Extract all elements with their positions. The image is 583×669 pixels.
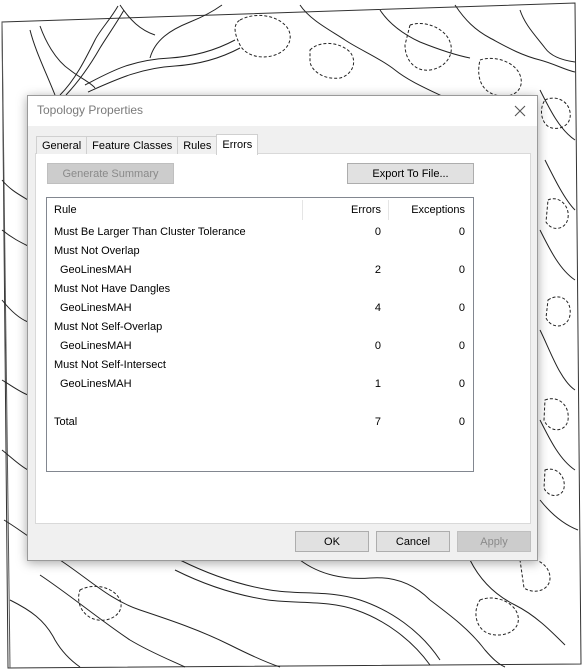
dialog-title: Topology Properties (37, 103, 144, 117)
exception-count: 0 (458, 264, 465, 276)
rule-name: Total (54, 416, 78, 428)
table-row[interactable]: Total 7 0 (47, 413, 473, 432)
rule-name: Must Not Self-Overlap (54, 321, 163, 333)
table-row[interactable]: Must Not Overlap (47, 242, 473, 261)
tab-feature-classes[interactable]: Feature Classes (86, 136, 178, 154)
exception-count: 0 (458, 378, 465, 390)
column-divider[interactable] (388, 200, 389, 220)
table-row[interactable]: GeoLinesMAH 0 0 (47, 337, 473, 356)
ok-button[interactable]: OK (295, 531, 369, 552)
rule-name: Must Be Larger Than Cluster Tolerance (54, 226, 246, 238)
tab-general[interactable]: General (36, 136, 87, 154)
table-row[interactable]: GeoLinesMAH 4 0 (47, 299, 473, 318)
feature-class-name: GeoLinesMAH (60, 340, 132, 352)
tab-strip: General Feature Classes Rules Errors (36, 133, 259, 155)
feature-class-name: GeoLinesMAH (60, 302, 132, 314)
error-count: 2 (374, 264, 381, 276)
tab-errors[interactable]: Errors (216, 134, 259, 155)
export-to-file-button[interactable]: Export To File... (347, 163, 474, 184)
table-row[interactable]: Must Not Self-Intersect (47, 356, 473, 375)
close-button[interactable] (509, 100, 531, 122)
column-header-exceptions[interactable]: Exceptions (411, 198, 465, 222)
cancel-button[interactable]: Cancel (376, 531, 450, 552)
exception-count: 0 (458, 340, 465, 352)
error-count: 7 (374, 416, 381, 428)
error-count: 1 (374, 378, 381, 390)
column-header-errors[interactable]: Errors (351, 198, 381, 222)
table-row[interactable]: GeoLinesMAH 1 0 (47, 375, 473, 394)
table-row[interactable]: Must Not Have Dangles (47, 280, 473, 299)
rule-name: Must Not Have Dangles (54, 283, 171, 295)
errors-list[interactable]: Rule Errors Exceptions Must Be Larger Th… (46, 197, 474, 472)
error-count: 0 (374, 340, 381, 352)
rule-name: Must Not Self-Intersect (54, 359, 166, 371)
exception-count: 0 (458, 226, 465, 238)
apply-button[interactable]: Apply (457, 531, 531, 552)
exception-count: 0 (458, 416, 465, 428)
topology-properties-dialog: Topology Properties General Feature Clas… (27, 95, 538, 561)
table-row[interactable]: Must Be Larger Than Cluster Tolerance 0 0 (47, 223, 473, 242)
feature-class-name: GeoLinesMAH (60, 264, 132, 276)
exception-count: 0 (458, 302, 465, 314)
list-header: Rule Errors Exceptions (47, 198, 473, 222)
column-header-rule[interactable]: Rule (54, 198, 77, 222)
feature-class-name: GeoLinesMAH (60, 378, 132, 390)
generate-summary-button[interactable]: Generate Summary (47, 163, 174, 184)
title-bar[interactable]: Topology Properties (28, 96, 537, 126)
close-icon (514, 105, 526, 117)
error-count: 0 (374, 226, 381, 238)
column-divider[interactable] (302, 200, 303, 220)
rule-name: Must Not Overlap (54, 245, 140, 257)
table-row[interactable]: Must Not Self-Overlap (47, 318, 473, 337)
tab-rules[interactable]: Rules (177, 136, 217, 154)
table-row[interactable]: GeoLinesMAH 2 0 (47, 261, 473, 280)
error-count: 4 (374, 302, 381, 314)
table-row[interactable] (47, 394, 473, 413)
